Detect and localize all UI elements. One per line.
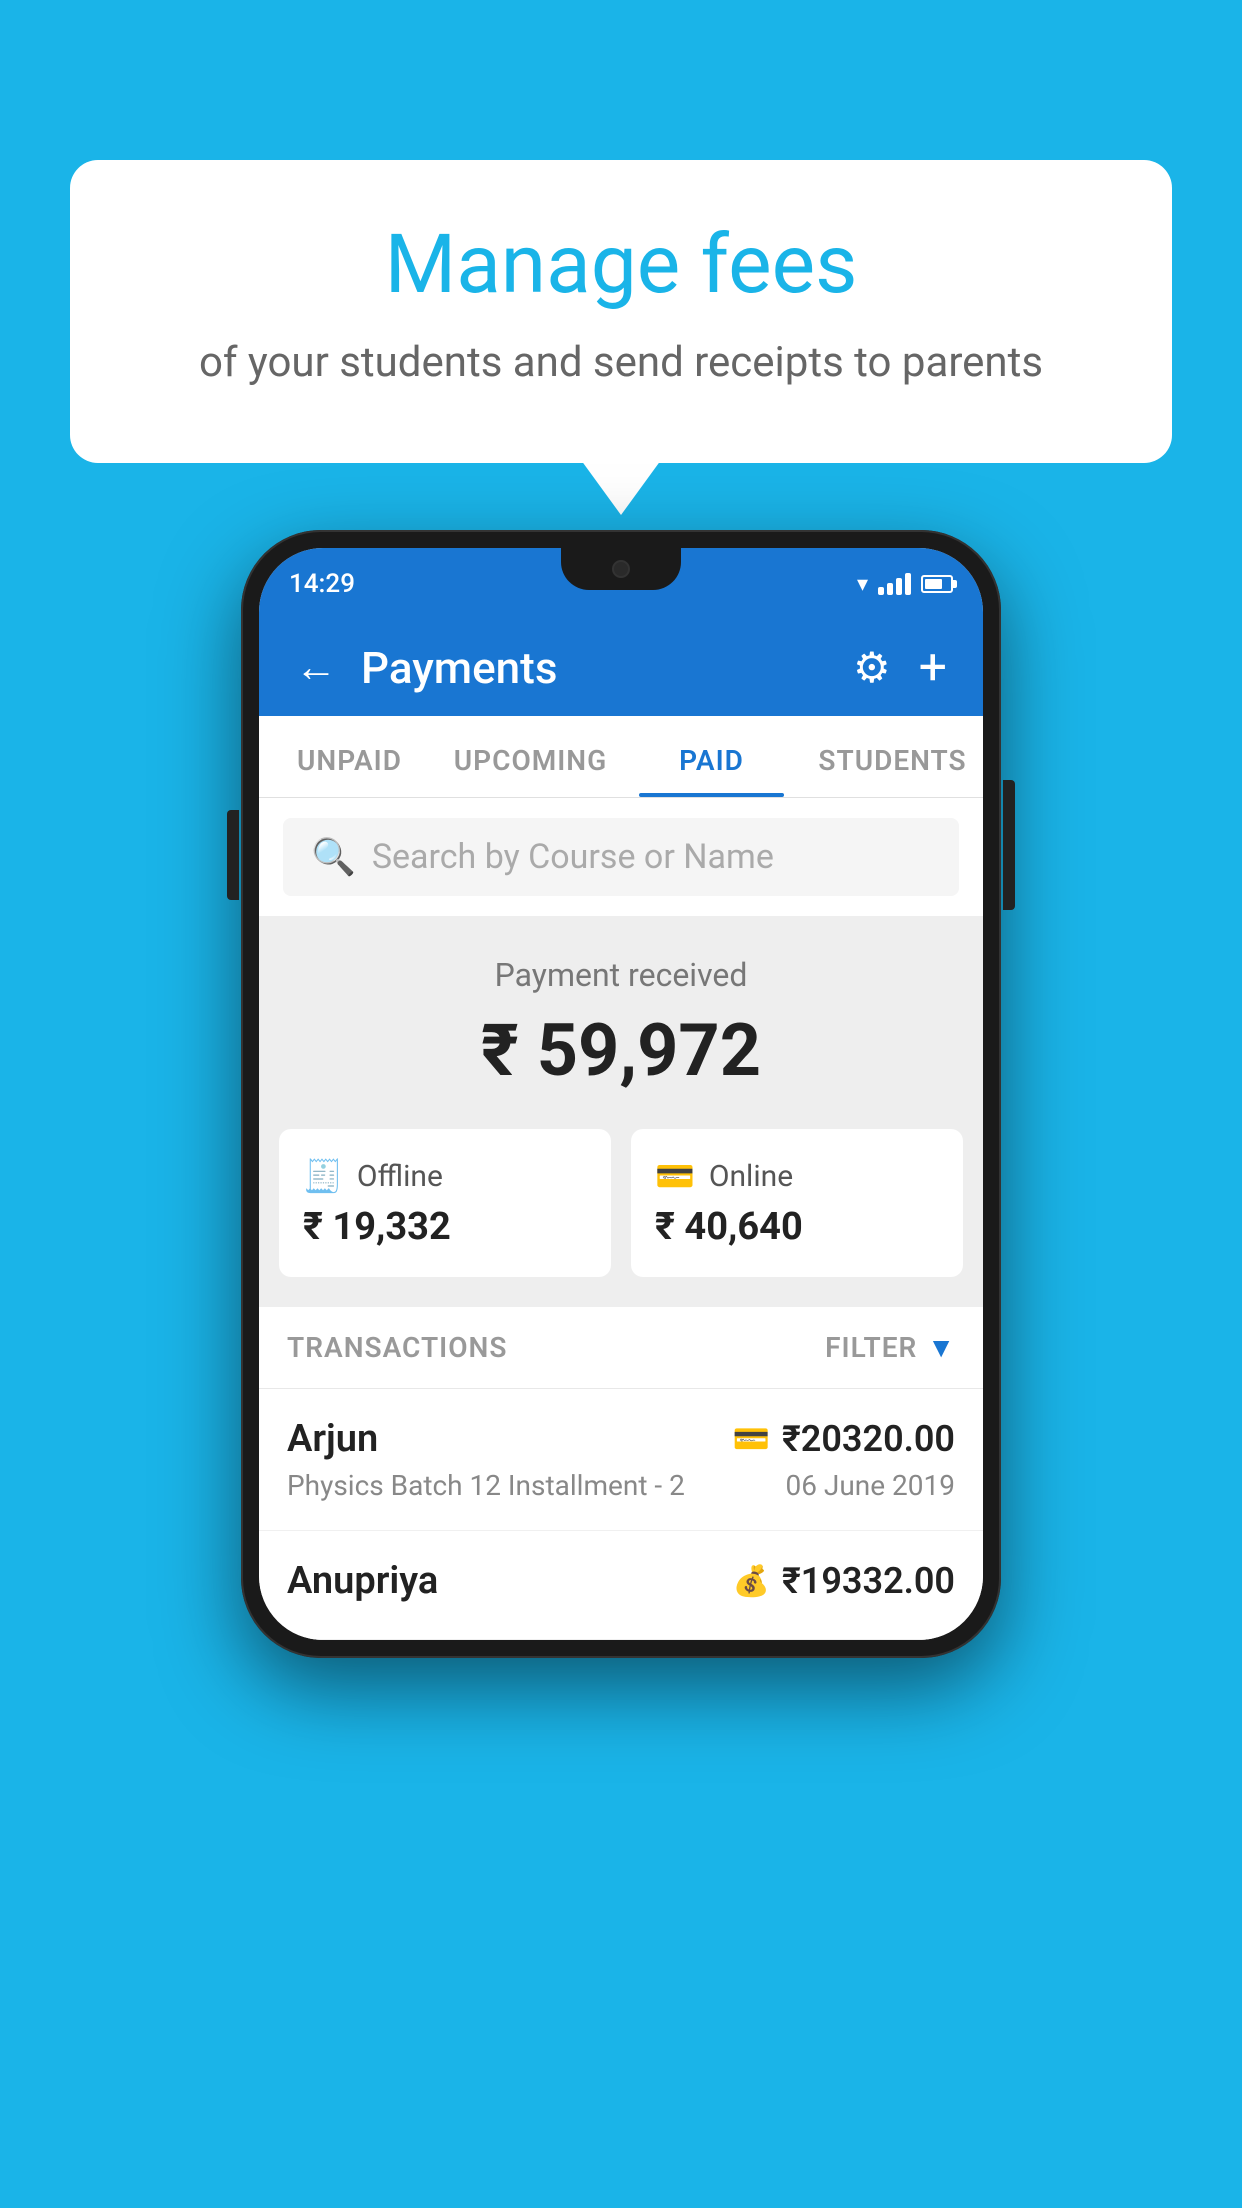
tabs-bar: UNPAID UPCOMING PAID STUDENTS bbox=[259, 716, 983, 798]
add-button[interactable]: + bbox=[919, 643, 947, 693]
offline-amount: ₹ 19,332 bbox=[303, 1205, 587, 1249]
offline-card: 🧾 Offline ₹ 19,332 bbox=[279, 1129, 611, 1277]
search-container: 🔍 Search by Course or Name bbox=[259, 798, 983, 916]
payment-cards-row: 🧾 Offline ₹ 19,332 💳 Online ₹ 40,640 bbox=[259, 1129, 983, 1307]
speech-bubble-section: Manage fees of your students and send re… bbox=[70, 160, 1172, 463]
transactions-header: TRANSACTIONS FILTER ▼ bbox=[259, 1307, 983, 1389]
payment-type-icon-1: 💳 bbox=[733, 1422, 770, 1457]
transaction-row-arjun[interactable]: Arjun 💳 ₹20320.00 Physics Batch 12 Insta… bbox=[259, 1389, 983, 1531]
search-box[interactable]: 🔍 Search by Course or Name bbox=[283, 818, 959, 896]
transaction-name-2: Anupriya bbox=[287, 1559, 438, 1603]
battery-icon bbox=[921, 575, 953, 593]
phone-outer: 14:29 ▾ bbox=[241, 530, 1001, 1658]
wifi-icon: ▾ bbox=[857, 572, 868, 597]
filter-icon: ▼ bbox=[927, 1331, 955, 1364]
notch bbox=[561, 548, 681, 590]
online-label: Online bbox=[709, 1159, 793, 1194]
filter-label: FILTER bbox=[825, 1331, 917, 1364]
payment-type-icon-2: 💰 bbox=[733, 1564, 770, 1599]
search-icon: 🔍 bbox=[311, 836, 356, 878]
transaction-top-2: Anupriya 💰 ₹19332.00 bbox=[287, 1559, 955, 1603]
transaction-bottom-1: Physics Batch 12 Installment - 2 06 June… bbox=[287, 1469, 955, 1502]
phone-device: 14:29 ▾ bbox=[241, 530, 1001, 1658]
tab-upcoming[interactable]: UPCOMING bbox=[440, 716, 621, 797]
status-bar: 14:29 ▾ bbox=[259, 548, 983, 620]
settings-icon[interactable]: ⚙ bbox=[853, 643, 891, 693]
tab-paid[interactable]: PAID bbox=[621, 716, 802, 797]
header-right: ⚙ + bbox=[853, 643, 947, 693]
camera-dot bbox=[612, 560, 630, 578]
online-card: 💳 Online ₹ 40,640 bbox=[631, 1129, 963, 1277]
offline-card-top: 🧾 Offline bbox=[303, 1157, 587, 1195]
phone-screen: 14:29 ▾ bbox=[259, 548, 983, 1640]
online-amount: ₹ 40,640 bbox=[655, 1205, 939, 1249]
transaction-right-2: 💰 ₹19332.00 bbox=[733, 1560, 955, 1602]
transaction-top-1: Arjun 💳 ₹20320.00 bbox=[287, 1417, 955, 1461]
status-time: 14:29 bbox=[289, 569, 355, 599]
transactions-label: TRANSACTIONS bbox=[287, 1331, 507, 1364]
transaction-name-1: Arjun bbox=[287, 1417, 378, 1461]
online-icon: 💳 bbox=[655, 1157, 695, 1195]
speech-bubble: Manage fees of your students and send re… bbox=[70, 160, 1172, 463]
bubble-subtitle: of your students and send receipts to pa… bbox=[150, 334, 1092, 393]
search-input[interactable]: Search by Course or Name bbox=[372, 837, 774, 877]
transaction-amount-2: ₹19332.00 bbox=[782, 1560, 955, 1602]
page-title: Payments bbox=[361, 642, 557, 694]
tab-students[interactable]: STUDENTS bbox=[802, 716, 983, 797]
app-header: ← Payments ⚙ + bbox=[259, 620, 983, 716]
transaction-amount-1: ₹20320.00 bbox=[782, 1418, 955, 1460]
transaction-date-1: 06 June 2019 bbox=[785, 1469, 955, 1502]
online-card-top: 💳 Online bbox=[655, 1157, 939, 1195]
payment-received-section: Payment received ₹ 59,972 bbox=[259, 916, 983, 1129]
transaction-right-1: 💳 ₹20320.00 bbox=[733, 1418, 955, 1460]
offline-icon: 🧾 bbox=[303, 1157, 343, 1195]
tab-unpaid[interactable]: UNPAID bbox=[259, 716, 440, 797]
header-left: ← Payments bbox=[295, 642, 557, 694]
payment-received-label: Payment received bbox=[279, 956, 963, 994]
bubble-title: Manage fees bbox=[150, 220, 1092, 310]
filter-section[interactable]: FILTER ▼ bbox=[825, 1331, 955, 1364]
back-button[interactable]: ← bbox=[295, 647, 337, 689]
transaction-row-anupriya[interactable]: Anupriya 💰 ₹19332.00 bbox=[259, 1531, 983, 1640]
status-icons: ▾ bbox=[857, 572, 953, 597]
payment-received-amount: ₹ 59,972 bbox=[279, 1008, 963, 1093]
offline-label: Offline bbox=[357, 1159, 443, 1194]
transaction-detail-1: Physics Batch 12 Installment - 2 bbox=[287, 1469, 685, 1502]
signal-bars bbox=[878, 573, 911, 595]
